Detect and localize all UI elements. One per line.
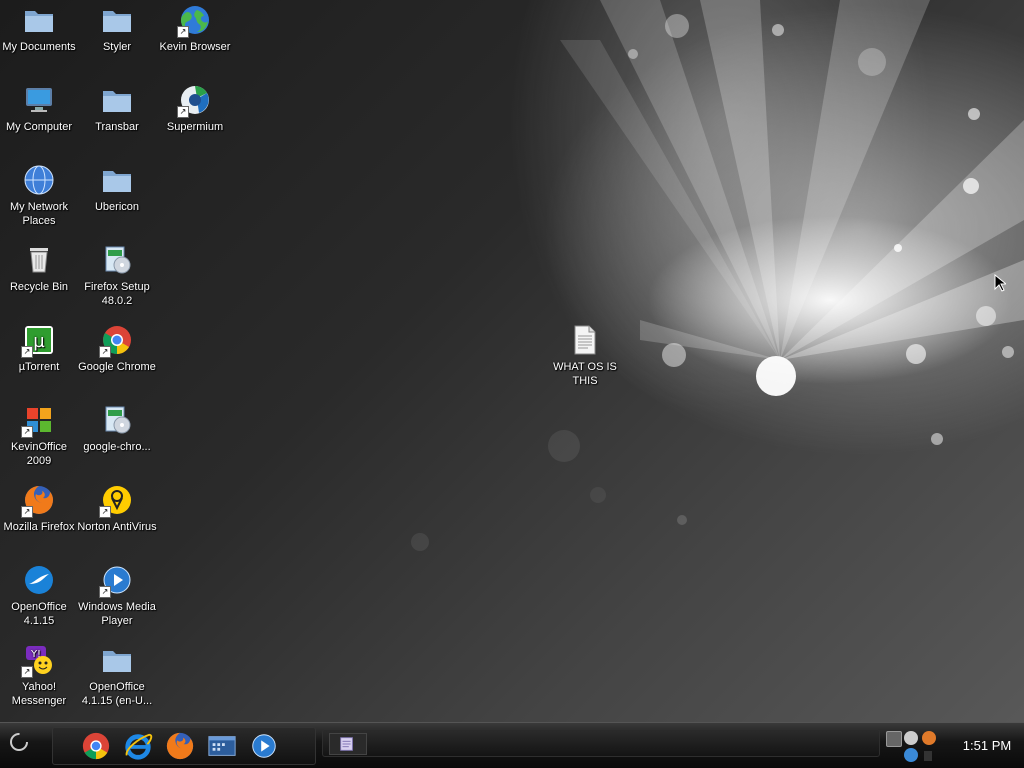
desktop-icon-openoffice-folder[interactable]: OpenOffice 4.1.15 (en-U... — [77, 644, 157, 708]
desktop-icon-my-network-places[interactable]: My Network Places — [0, 164, 79, 228]
quick-launch-bar: › — [52, 727, 353, 765]
desktop-icon-label: Transbar — [95, 121, 139, 133]
norton-tray-icon[interactable] — [922, 731, 936, 745]
shortcut-arrow-icon: ↗ — [177, 106, 189, 118]
desktop-icon-ubericon[interactable]: Ubericon — [77, 164, 157, 214]
desktop-icon-transbar[interactable]: Transbar — [77, 84, 157, 134]
desktop-icon-mozilla-firefox[interactable]: ↗ Mozilla Firefox — [0, 484, 79, 534]
shortcut-arrow-icon: ↗ — [21, 506, 33, 518]
desktop-icon-yahoo-messenger[interactable]: Y! ↗ Yahoo! Messenger — [0, 644, 79, 708]
desktop-icon-label: My Documents — [2, 41, 76, 53]
desktop-icon-label: Recycle Bin — [9, 281, 69, 293]
folder-icon — [103, 651, 131, 672]
chrome-icon — [82, 732, 110, 760]
desktop-icon-recycle-bin[interactable]: Recycle Bin — [0, 244, 79, 294]
start-button[interactable] — [6, 729, 32, 755]
desktop-icon-label: OpenOffice 4.1.15 (en-U... — [81, 681, 153, 707]
folder-icon — [103, 171, 131, 192]
taskbar-window-button[interactable] — [329, 733, 367, 755]
notepad-icon — [340, 737, 353, 751]
taskbar-clock[interactable]: 1:51 PM — [950, 723, 1024, 768]
folder-icon — [103, 91, 131, 112]
globe-tray-icon[interactable] — [904, 748, 918, 762]
svg-text:µ: µ — [33, 331, 45, 352]
desktop-icon-my-computer[interactable]: My Computer — [0, 84, 79, 134]
desktop-icon-label: Kevin Browser — [159, 41, 231, 53]
messenger-tray-icon[interactable] — [904, 731, 918, 745]
desktop-icon-label: Windows Media Player — [78, 601, 156, 627]
desktop-icon-supermium[interactable]: ↗ Supermium — [155, 84, 235, 134]
desktop-icon-label: My Computer — [5, 121, 73, 133]
desktop-icon-openoffice[interactable]: OpenOffice 4.1.15 — [0, 564, 79, 628]
desktop-icon-what-os-is-this[interactable]: WHAT OS IS THIS — [545, 324, 625, 388]
shortcut-arrow-icon: ↗ — [21, 666, 33, 678]
mouse-cursor-icon — [994, 274, 1006, 292]
quicklaunch-internet-explorer[interactable] — [123, 731, 155, 763]
internet-explorer-icon — [125, 733, 153, 760]
text-document-icon — [574, 325, 596, 355]
desktop-icon-utorrent[interactable]: µ ↗ µTorrent — [0, 324, 79, 374]
firefox-icon — [166, 732, 194, 760]
quicklaunch-media-player[interactable] — [249, 731, 281, 763]
desktop-icon-my-documents[interactable]: My Documents — [0, 4, 79, 54]
shortcut-arrow-icon: ↗ — [21, 426, 33, 438]
network-globe-icon — [24, 165, 54, 195]
media-player-icon — [252, 734, 276, 758]
installer-icon — [105, 246, 131, 274]
shortcut-arrow-icon: ↗ — [177, 26, 189, 38]
network-tray-icon[interactable] — [886, 731, 902, 747]
openoffice-icon — [25, 566, 53, 594]
desktop-icon-label: Yahoo! Messenger — [11, 681, 67, 707]
show-desktop-icon — [208, 736, 236, 756]
desktop-icon-label: µTorrent — [18, 361, 60, 373]
taskbar-window-list — [322, 729, 880, 757]
recycle-bin-icon — [30, 248, 48, 273]
desktop-icon-label: WHAT OS IS THIS — [553, 361, 617, 387]
shortcut-arrow-icon: ↗ — [99, 586, 111, 598]
desktop-icon-label: Styler — [102, 41, 132, 53]
desktop-icon-label: Mozilla Firefox — [3, 521, 75, 533]
desktop-icon-kevin-browser[interactable]: ↗ Kevin Browser — [155, 4, 235, 54]
desktop-icon-google-chrome[interactable]: ↗ Google Chrome — [77, 324, 157, 374]
start-orb-icon — [10, 733, 28, 751]
desktop-icon-label: Firefox Setup 48.0.2 — [84, 281, 150, 307]
desktop-icon-label: Ubericon — [94, 201, 140, 213]
system-tray — [884, 727, 944, 765]
desktop-icon-firefox-setup[interactable]: Firefox Setup 48.0.2 — [77, 244, 157, 308]
quicklaunch-chrome[interactable] — [81, 731, 113, 763]
desktop-icon-kevinoffice-2009[interactable]: ↗ KevinOffice 2009 — [0, 404, 79, 468]
shortcut-arrow-icon: ↗ — [21, 346, 33, 358]
desktop-icon-windows-media-player[interactable]: ↗ Windows Media Player — [77, 564, 157, 628]
shortcut-arrow-icon: ↗ — [99, 506, 111, 518]
folder-icon — [25, 11, 53, 32]
desktop-icon-label: Google Chrome — [78, 361, 156, 373]
desktop-icon-label: My Network Places — [9, 201, 69, 227]
shortcut-arrow-icon: ↗ — [99, 346, 111, 358]
desktop-icon-google-chrome-installer[interactable]: google-chro... — [77, 404, 157, 454]
desktop-icon-label: KevinOffice 2009 — [10, 441, 68, 467]
desktop-icon-styler[interactable]: Styler — [77, 4, 157, 54]
desktop-icon-label: Norton AntiVirus — [77, 521, 157, 533]
folder-icon — [103, 11, 131, 32]
flag-tray-icon[interactable] — [924, 751, 932, 761]
desktop-icon-norton-antivirus[interactable]: ↗ Norton AntiVirus — [77, 484, 157, 534]
desktop-icon-label: Supermium — [166, 121, 224, 133]
taskbar: › 1:51 PM — [0, 722, 1024, 768]
desktop-icon-label: OpenOffice 4.1.15 — [11, 601, 67, 627]
computer-icon — [26, 88, 52, 112]
desktop-icon-label: google-chro... — [83, 441, 151, 453]
installer-icon — [105, 406, 131, 434]
quicklaunch-show-desktop[interactable] — [207, 731, 239, 763]
quicklaunch-firefox[interactable] — [165, 731, 197, 763]
